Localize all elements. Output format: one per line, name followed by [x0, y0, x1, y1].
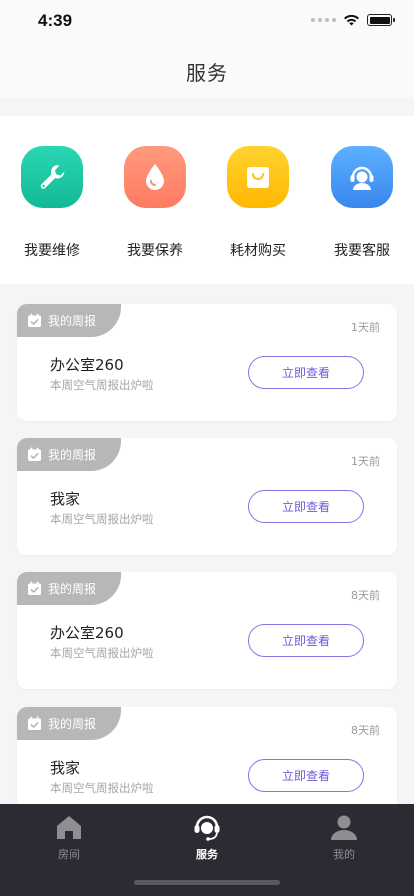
service-repair[interactable]: 我要维修 — [0, 146, 104, 260]
service-label: 我要维修 — [24, 243, 80, 259]
signal-dots-icon — [311, 18, 336, 22]
report-time: 8天前 — [351, 589, 380, 602]
tab-service[interactable]: 服务 — [167, 812, 247, 862]
status-icons — [311, 14, 395, 26]
report-tag: 我的周报 — [17, 572, 121, 605]
report-card[interactable]: 我的周报 1天前 我家 本周空气周报出炉啦 立即查看 — [17, 438, 397, 555]
shopping-bag-icon — [227, 146, 289, 208]
report-title: 我家 — [50, 759, 81, 777]
view-now-button[interactable]: 立即查看 — [248, 490, 364, 523]
report-tag: 我的周报 — [17, 707, 121, 740]
page-title: 服务 — [186, 60, 228, 85]
service-purchase[interactable]: 耗材购买 — [206, 146, 310, 260]
report-time: 1天前 — [351, 455, 380, 468]
report-subtitle: 本周空气周报出炉啦 — [50, 781, 154, 795]
water-drop-icon — [124, 146, 186, 208]
view-now-button[interactable]: 立即查看 — [248, 356, 364, 389]
report-tag-label: 我的周报 — [48, 582, 97, 596]
report-subtitle: 本周空气周报出炉啦 — [50, 646, 154, 660]
wrench-icon — [21, 146, 83, 208]
navigation-bar: 服务 — [0, 44, 414, 98]
tab-label: 房间 — [58, 848, 80, 861]
report-card[interactable]: 我的周报 1天前 办公室260 本周空气周报出炉啦 立即查看 — [17, 304, 397, 421]
service-shortcuts: 我要维修 我要保养 耗材购买 我要客服 — [0, 116, 414, 284]
service-label: 我要保养 — [127, 243, 183, 259]
report-card[interactable]: 我的周报 8天前 办公室260 本周空气周报出炉啦 立即查看 — [17, 572, 397, 689]
report-subtitle: 本周空气周报出炉啦 — [50, 512, 154, 526]
report-tag-label: 我的周报 — [48, 717, 97, 731]
report-time: 8天前 — [351, 724, 380, 737]
battery-icon — [367, 14, 395, 26]
calendar-check-icon — [28, 447, 41, 461]
tab-profile[interactable]: 我的 — [304, 812, 384, 862]
calendar-check-icon — [28, 581, 41, 595]
report-tag-label: 我的周报 — [48, 314, 97, 328]
calendar-check-icon — [28, 313, 41, 327]
headset-icon — [167, 812, 247, 842]
tab-label: 服务 — [196, 848, 218, 861]
report-tag: 我的周报 — [17, 438, 121, 471]
service-label: 耗材购买 — [230, 243, 286, 259]
tab-label: 我的 — [333, 848, 355, 861]
report-subtitle: 本周空气周报出炉啦 — [50, 378, 154, 392]
wifi-icon — [344, 14, 359, 26]
report-tag: 我的周报 — [17, 304, 121, 337]
person-icon — [304, 812, 384, 842]
status-time: 4:39 — [38, 11, 73, 30]
service-customer-support[interactable]: 我要客服 — [310, 146, 414, 260]
view-now-button[interactable]: 立即查看 — [248, 759, 364, 792]
service-label: 我要客服 — [334, 243, 390, 259]
report-title: 办公室260 — [50, 356, 124, 374]
report-tag-label: 我的周报 — [48, 448, 97, 462]
status-bar: 4:39 — [0, 0, 414, 44]
view-now-button[interactable]: 立即查看 — [248, 624, 364, 657]
report-title: 我家 — [50, 490, 81, 508]
home-indicator[interactable] — [134, 880, 280, 885]
service-maintenance[interactable]: 我要保养 — [103, 146, 207, 260]
report-time: 1天前 — [351, 321, 380, 334]
report-title: 办公室260 — [50, 624, 124, 642]
calendar-check-icon — [28, 716, 41, 730]
tab-rooms[interactable]: 房间 — [29, 812, 109, 862]
house-icon — [29, 812, 109, 842]
customer-service-icon — [331, 146, 393, 208]
